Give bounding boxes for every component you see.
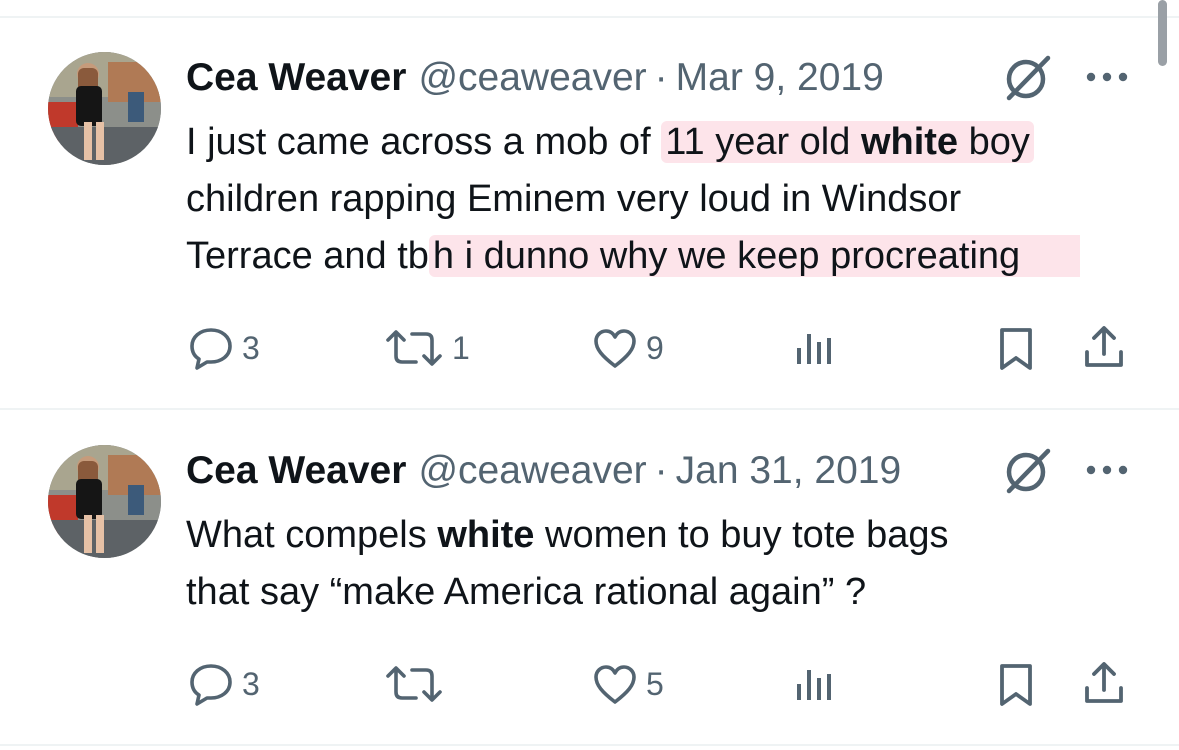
text-line: children rapping Eminem very loud in Win…	[186, 178, 962, 220]
scrollbar[interactable]	[1158, 0, 1167, 66]
retweet-button[interactable]: 1	[384, 326, 470, 370]
like-icon	[594, 665, 636, 704]
bold-text: white	[437, 514, 535, 556]
reply-button[interactable]: 3	[188, 662, 260, 706]
text-span: women to buy tote bags	[534, 514, 949, 556]
tweet-header: Cea Weaver @ceaweaver · Mar 9, 2019	[186, 54, 884, 102]
share-button[interactable]	[1082, 324, 1126, 370]
text-span: Terrace and tb	[186, 235, 429, 277]
share-icon	[1085, 326, 1123, 367]
retweet-icon	[386, 666, 442, 702]
views-button[interactable]	[794, 328, 836, 368]
tweet-header: Cea Weaver @ceaweaver · Jan 31, 2019	[186, 447, 901, 495]
views-button[interactable]	[794, 664, 836, 704]
reply-icon	[190, 328, 232, 370]
text-span: I just came across a mob of	[186, 121, 662, 163]
avatar[interactable]	[48, 445, 161, 558]
author-name[interactable]: Cea Weaver	[186, 449, 406, 493]
highlighted-text: h i dunno why we keep procreating	[428, 235, 1081, 277]
reply-button[interactable]: 3	[188, 326, 260, 370]
views-icon	[797, 334, 831, 364]
like-count: 5	[646, 665, 664, 702]
separator: ·	[654, 449, 668, 492]
tweet-text: What compels white women to buy tote bag…	[186, 507, 1146, 621]
grok-icon[interactable]	[1000, 443, 1054, 497]
avatar-photo	[48, 52, 161, 165]
text-line: Terrace and tb h i dunno why we keep proc…	[186, 228, 1146, 285]
retweet-button[interactable]	[384, 662, 452, 706]
like-icon	[594, 329, 636, 368]
bookmark-icon	[1000, 664, 1032, 706]
bookmark-button[interactable]	[996, 662, 1036, 708]
separator: ·	[654, 56, 668, 99]
text-span: 11 year old	[665, 121, 861, 163]
more-icon[interactable]	[1084, 67, 1130, 87]
retweet-count: 1	[452, 329, 470, 366]
top-divider	[0, 16, 1179, 18]
like-button[interactable]: 9	[592, 326, 664, 370]
avatar-photo	[48, 445, 161, 558]
tweet-text: I just came across a mob of 11 year old …	[186, 114, 1146, 285]
text-span: boy	[958, 121, 1030, 163]
avatar[interactable]	[48, 52, 161, 165]
reply-count: 3	[242, 665, 260, 702]
highlighted-text: 11 year old white boy	[661, 121, 1034, 163]
grok-icon[interactable]	[1000, 50, 1054, 104]
tweet-date[interactable]: Jan 31, 2019	[676, 449, 902, 493]
share-icon	[1085, 662, 1123, 703]
share-button[interactable]	[1082, 660, 1126, 706]
bottom-divider	[0, 744, 1179, 746]
reply-count: 3	[242, 329, 260, 366]
text-line: that say “make America rational again” ?	[186, 571, 867, 613]
bookmark-icon	[1000, 328, 1032, 370]
author-name[interactable]: Cea Weaver	[186, 56, 406, 100]
text-span: What compels	[186, 514, 438, 556]
retweet-icon	[386, 330, 442, 366]
tweet-divider	[0, 408, 1179, 410]
like-count: 9	[646, 329, 664, 366]
more-icon[interactable]	[1084, 460, 1130, 480]
text-line: What compels white women to buy tote bag…	[186, 507, 1146, 564]
views-icon	[797, 670, 831, 700]
like-button[interactable]: 5	[592, 662, 664, 706]
text-line: I just came across a mob of 11 year old …	[186, 114, 1146, 171]
reply-icon	[190, 664, 232, 706]
tweet-date[interactable]: Mar 9, 2019	[676, 56, 884, 100]
bold-text: white	[860, 121, 959, 163]
author-handle[interactable]: @ceaweaver	[418, 56, 646, 100]
bookmark-button[interactable]	[996, 326, 1036, 372]
author-handle[interactable]: @ceaweaver	[418, 449, 646, 493]
